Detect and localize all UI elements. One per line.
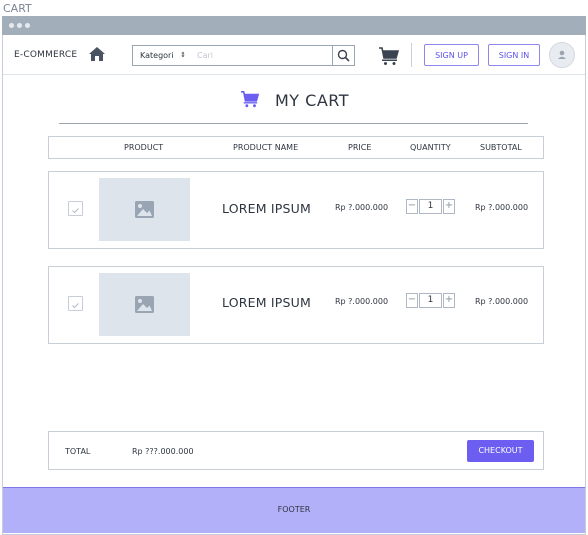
column-header-quantity: QUANTITY: [410, 143, 451, 152]
sign-up-button[interactable]: SIGN UP: [424, 44, 479, 66]
decrement-button[interactable]: −: [406, 199, 418, 214]
sign-in-button[interactable]: SIGN IN: [488, 44, 540, 66]
page-title: MY CART: [275, 91, 350, 110]
product-image: [99, 273, 190, 336]
quantity-stepper: − 1 +: [406, 293, 455, 308]
product-price: Rp ?.000.000: [335, 203, 389, 212]
product-subtotal: Rp ?.000.000: [475, 297, 529, 306]
checkout-button[interactable]: CHECKOUT: [467, 440, 534, 462]
check-icon: [72, 303, 79, 309]
search-input[interactable]: [191, 45, 333, 66]
user-icon: [558, 50, 566, 59]
column-header-product: PRODUCT: [124, 143, 164, 152]
quantity-stepper: − 1 +: [406, 199, 455, 214]
product-image: [99, 178, 190, 241]
row-checkbox[interactable]: [68, 296, 83, 311]
quantity-value[interactable]: 1: [419, 293, 442, 308]
window-titlebar: [2, 16, 586, 35]
select-caret-icon: ⇕: [180, 51, 186, 59]
total-value: Rp ???.000.000: [132, 447, 194, 456]
page-cart-icon: [240, 90, 260, 112]
category-select[interactable]: Kategori ⇕: [132, 45, 192, 66]
brand-logo[interactable]: E-COMMERCE: [14, 50, 77, 60]
quantity-value[interactable]: 1: [419, 199, 442, 214]
nav-divider: [411, 43, 412, 67]
search-icon: [337, 49, 350, 62]
category-select-value: Kategori: [140, 51, 174, 60]
title-divider: [59, 123, 528, 124]
search-button[interactable]: [332, 45, 355, 66]
check-icon: [72, 208, 79, 214]
window-dot: [17, 23, 22, 28]
row-checkbox[interactable]: [68, 201, 83, 216]
product-name: LOREM IPSUM: [222, 295, 311, 310]
product-price: Rp ?.000.000: [335, 297, 389, 306]
total-label: TOTAL: [65, 447, 91, 456]
increment-button[interactable]: +: [443, 199, 455, 214]
product-name: LOREM IPSUM: [222, 201, 311, 216]
window-dot: [9, 23, 14, 28]
column-header-price: PRICE: [348, 143, 372, 152]
product-subtotal: Rp ?.000.000: [475, 203, 529, 212]
image-placeholder-icon: [135, 296, 154, 313]
column-header-subtotal: SUBTOTAL: [480, 143, 522, 152]
cart-icon[interactable]: [378, 46, 400, 66]
window-dot: [25, 23, 30, 28]
frame-label: CART: [3, 2, 32, 15]
home-icon[interactable]: [88, 46, 106, 62]
column-header-product-name: PRODUCT NAME: [233, 143, 299, 152]
image-placeholder-icon: [135, 201, 154, 218]
decrement-button[interactable]: −: [406, 293, 418, 308]
avatar[interactable]: [549, 42, 575, 68]
increment-button[interactable]: +: [443, 293, 455, 308]
footer-label: FOOTER: [277, 505, 311, 514]
